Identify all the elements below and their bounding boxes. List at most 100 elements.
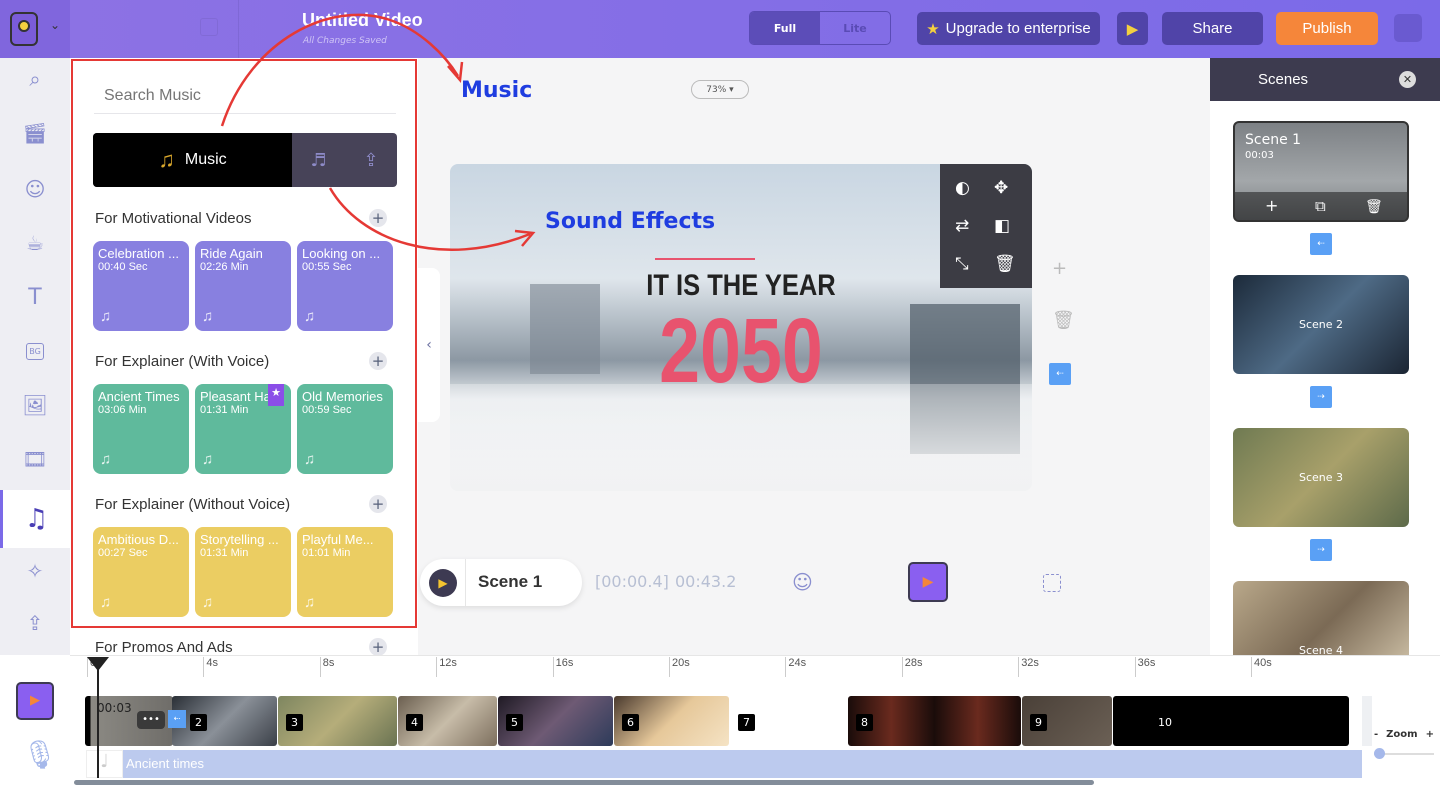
timeline-clip-3[interactable]: 3 — [278, 696, 397, 746]
add-section-button[interactable]: + — [369, 352, 387, 370]
playhead[interactable] — [97, 660, 99, 778]
app-logo[interactable]: ⌄ — [0, 0, 70, 58]
transition-button[interactable]: ⇢ — [1310, 386, 1332, 408]
timeline-clip-9[interactable]: 9 — [1022, 696, 1112, 746]
bg-icon[interactable]: BG — [0, 324, 70, 378]
user-avatar[interactable] — [1394, 14, 1422, 42]
preview-play-button[interactable]: ▶ — [1117, 12, 1148, 45]
add-section-button[interactable]: + — [369, 209, 387, 227]
more-options-icon[interactable]: ••• — [137, 711, 165, 729]
timeline-clip-2[interactable]: 2 — [172, 696, 277, 746]
trash-icon[interactable]: 🗑︎ — [994, 254, 1016, 274]
zoom-slider[interactable] — [1374, 748, 1434, 759]
duplicate-icon[interactable] — [200, 18, 218, 36]
video-preview-icon[interactable]: ▶ — [908, 562, 948, 602]
close-icon[interactable]: ✕ — [1399, 71, 1416, 88]
coffee-icon[interactable]: ☕︎ — [0, 216, 70, 270]
effects-icon[interactable]: ✧ — [0, 544, 70, 598]
video-title[interactable]: Untitled Video — [302, 10, 423, 31]
year-text[interactable]: 2050 — [508, 299, 974, 404]
timeline-clip-6[interactable]: 6 — [614, 696, 729, 746]
music-card[interactable]: Ride Again 02:26 Min ♫ — [195, 241, 291, 331]
scene-thumb-2[interactable]: Scene 2 — [1233, 275, 1409, 374]
add-icon[interactable]: + — [1052, 258, 1067, 279]
music-card[interactable]: Old Memories 00:59 Sec ♫ — [297, 384, 393, 474]
save-status: All Changes Saved — [303, 36, 387, 46]
character-icon[interactable]: ☺ — [792, 570, 813, 594]
trash-icon[interactable]: 🗑︎ — [1052, 310, 1075, 331]
music-card[interactable]: Pleasant Ha 01:31 Min ♫ ★ — [195, 384, 291, 474]
timeline-clip-5[interactable]: 5 — [498, 696, 613, 746]
mode-full-button[interactable]: Full — [750, 12, 820, 44]
duplicate-icon[interactable]: ⧉ — [1315, 197, 1326, 215]
headline-text[interactable]: IT IS THE YEAR — [494, 269, 989, 303]
scene-thumb-3[interactable]: Scene 3 — [1233, 428, 1409, 527]
image-icon[interactable]: 🖼︎ — [0, 378, 70, 432]
upload-icon[interactable]: ⇪ — [0, 596, 70, 650]
shrink-icon[interactable]: ⤡ — [955, 254, 969, 274]
horizontal-scrollbar[interactable] — [74, 780, 1094, 785]
clip-number: 8 — [856, 714, 873, 731]
add-icon[interactable]: + — [1265, 196, 1278, 215]
mode-lite-button[interactable]: Lite — [820, 12, 890, 44]
timeline-tick: 24s — [785, 657, 806, 677]
zoom-in-button[interactable]: + — [1426, 729, 1434, 740]
move-icon[interactable]: ✥ — [994, 178, 1008, 198]
publish-button[interactable]: Publish — [1276, 12, 1378, 45]
timeline-tick: 8s — [319, 657, 334, 677]
collapse-panel-button[interactable]: ‹ — [418, 268, 440, 422]
zoom-label: Zoom — [1386, 729, 1418, 740]
fullscreen-icon[interactable] — [1043, 574, 1061, 592]
transition-button[interactable]: ⇠ — [168, 710, 186, 728]
microphone-add-icon[interactable]: 🎙︎ — [22, 738, 58, 771]
search-icon[interactable]: ⌕ — [0, 52, 70, 106]
audio-track[interactable]: ♩ Ancient times — [86, 750, 1362, 778]
swap-icon[interactable]: ⇄ — [955, 216, 969, 236]
clapboard-icon[interactable]: 🎬︎ — [0, 106, 70, 160]
section-title: For Explainer (With Voice) — [95, 353, 270, 370]
music-card[interactable]: Ambitious D... 00:27 Sec ♫ — [93, 527, 189, 617]
timeline-clip-8[interactable]: 8 — [848, 696, 1021, 746]
search-music-input[interactable] — [94, 78, 396, 114]
timeline-clip-10[interactable]: 10 — [1113, 696, 1349, 746]
tab-upload[interactable]: ⇪ — [345, 133, 397, 187]
playhead-handle[interactable] — [87, 657, 109, 671]
upgrade-button[interactable]: ★ Upgrade to enterprise — [917, 12, 1100, 45]
music-card[interactable]: Looking on ... 00:55 Sec ♫ — [297, 241, 393, 331]
timeline-tick: 12s — [436, 657, 457, 677]
tab-sound-effects[interactable]: ♬ — [292, 133, 345, 187]
contrast-icon[interactable]: ◐ — [955, 178, 970, 198]
transition-button[interactable]: ⇢ — [1310, 539, 1332, 561]
timeline-tick: 20s — [669, 657, 690, 677]
play-scene-button[interactable]: ▶ — [429, 569, 457, 597]
flip-icon[interactable]: ◧ — [994, 216, 1010, 236]
timeline-clip-4[interactable]: 4 — [398, 696, 497, 746]
add-section-button[interactable]: + — [369, 495, 387, 513]
music-card[interactable]: Storytelling ... 01:31 Min ♫ — [195, 527, 291, 617]
zoom-out-button[interactable]: - — [1374, 729, 1378, 740]
music-icon[interactable]: ♫ — [0, 490, 70, 548]
scene-name: Scene 1 — [1245, 132, 1302, 148]
zoom-dropdown[interactable]: 73% ▾ — [691, 80, 749, 99]
timeline-clip-7[interactable]: 7 — [730, 696, 847, 746]
timeline-tick: 16s — [552, 657, 573, 677]
scene-thumb-1[interactable]: Scene 1 00:03 + ⧉ 🗑︎ — [1233, 121, 1409, 222]
text-icon[interactable]: T — [0, 270, 70, 324]
share-button[interactable]: Share — [1162, 12, 1263, 45]
music-card[interactable]: Celebration ... 00:40 Sec ♫ — [93, 241, 189, 331]
transition-button[interactable]: ⇠ — [1310, 233, 1332, 255]
transition-button[interactable]: ⇠ — [1049, 363, 1071, 385]
scene-canvas[interactable]: IT IS THE YEAR 2050 ◐ ✥ ⇄ ◧ ⤡ 🗑︎ — [450, 164, 1032, 491]
character-icon[interactable]: ☺ — [0, 162, 70, 216]
zoom-slider-thumb[interactable] — [1374, 748, 1385, 759]
chevron-down-icon[interactable]: ⌄ — [50, 18, 60, 32]
music-card[interactable]: Playful Me... 01:01 Min ♫ — [297, 527, 393, 617]
tab-music[interactable]: ♫ Music — [93, 133, 292, 187]
scenes-panel: Scenes ✕ Scene 1 00:03 + ⧉ 🗑︎ ⇠ Scene 2 … — [1210, 58, 1440, 680]
music-card[interactable]: Ancient Times 03:06 Min ♫ — [93, 384, 189, 474]
trash-icon[interactable]: 🗑︎ — [1365, 199, 1383, 215]
add-section-button[interactable]: + — [369, 638, 387, 655]
video-icon[interactable]: 🎞︎ — [0, 432, 70, 486]
section-title: For Explainer (Without Voice) — [95, 496, 291, 513]
total-time: 00:43.2 — [675, 572, 737, 591]
